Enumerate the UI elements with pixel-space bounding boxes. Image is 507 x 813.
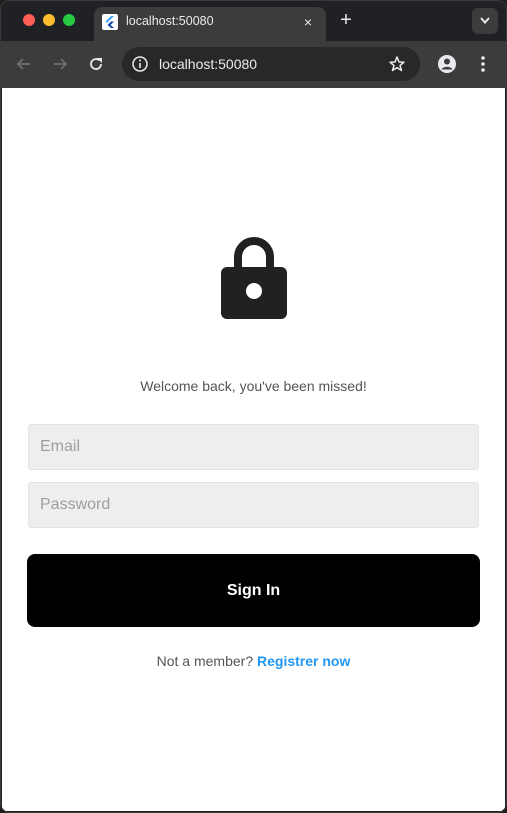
lock-icon xyxy=(221,237,287,319)
minimize-window-button[interactable] xyxy=(43,14,55,26)
maximize-window-button[interactable] xyxy=(63,14,75,26)
welcome-text: Welcome back, you've been missed! xyxy=(140,378,367,394)
tab-search-button[interactable] xyxy=(472,8,498,34)
email-field[interactable] xyxy=(28,424,479,470)
password-input[interactable] xyxy=(29,483,478,527)
page-content: Welcome back, you've been missed! Sign I… xyxy=(2,88,505,811)
register-prefix-text: Not a member? xyxy=(156,653,254,669)
new-tab-button[interactable]: + xyxy=(337,10,355,30)
url-text[interactable]: localhost:50080 xyxy=(159,56,257,72)
register-now-link[interactable]: Registrer now xyxy=(257,653,350,669)
tab-strip: localhost:50080 × + xyxy=(1,1,506,41)
browser-window: localhost:50080 × + localhost:50080 Welc… xyxy=(0,0,507,813)
browser-tab[interactable]: localhost:50080 × xyxy=(94,7,326,41)
tab-close-icon[interactable]: × xyxy=(300,14,316,30)
browser-toolbar: localhost:50080 xyxy=(1,41,506,88)
reload-icon[interactable] xyxy=(87,55,105,73)
tab-title: localhost:50080 xyxy=(126,14,214,28)
kebab-menu-icon[interactable] xyxy=(474,54,492,74)
chevron-down-icon xyxy=(480,17,490,25)
bookmark-star-icon[interactable] xyxy=(388,55,406,73)
flutter-favicon-icon xyxy=(102,14,118,30)
profile-avatar-icon[interactable] xyxy=(437,54,457,74)
address-bar[interactable]: localhost:50080 xyxy=(122,47,420,81)
close-window-button[interactable] xyxy=(23,14,35,26)
arrow-right-icon[interactable] xyxy=(51,55,69,73)
email-input[interactable] xyxy=(29,425,478,469)
sign-in-button[interactable]: Sign In xyxy=(27,554,480,627)
site-info-icon[interactable] xyxy=(131,55,149,73)
password-field[interactable] xyxy=(28,482,479,528)
arrow-left-icon[interactable] xyxy=(15,55,33,73)
register-prompt: Not a member? Registrer now xyxy=(2,653,505,669)
